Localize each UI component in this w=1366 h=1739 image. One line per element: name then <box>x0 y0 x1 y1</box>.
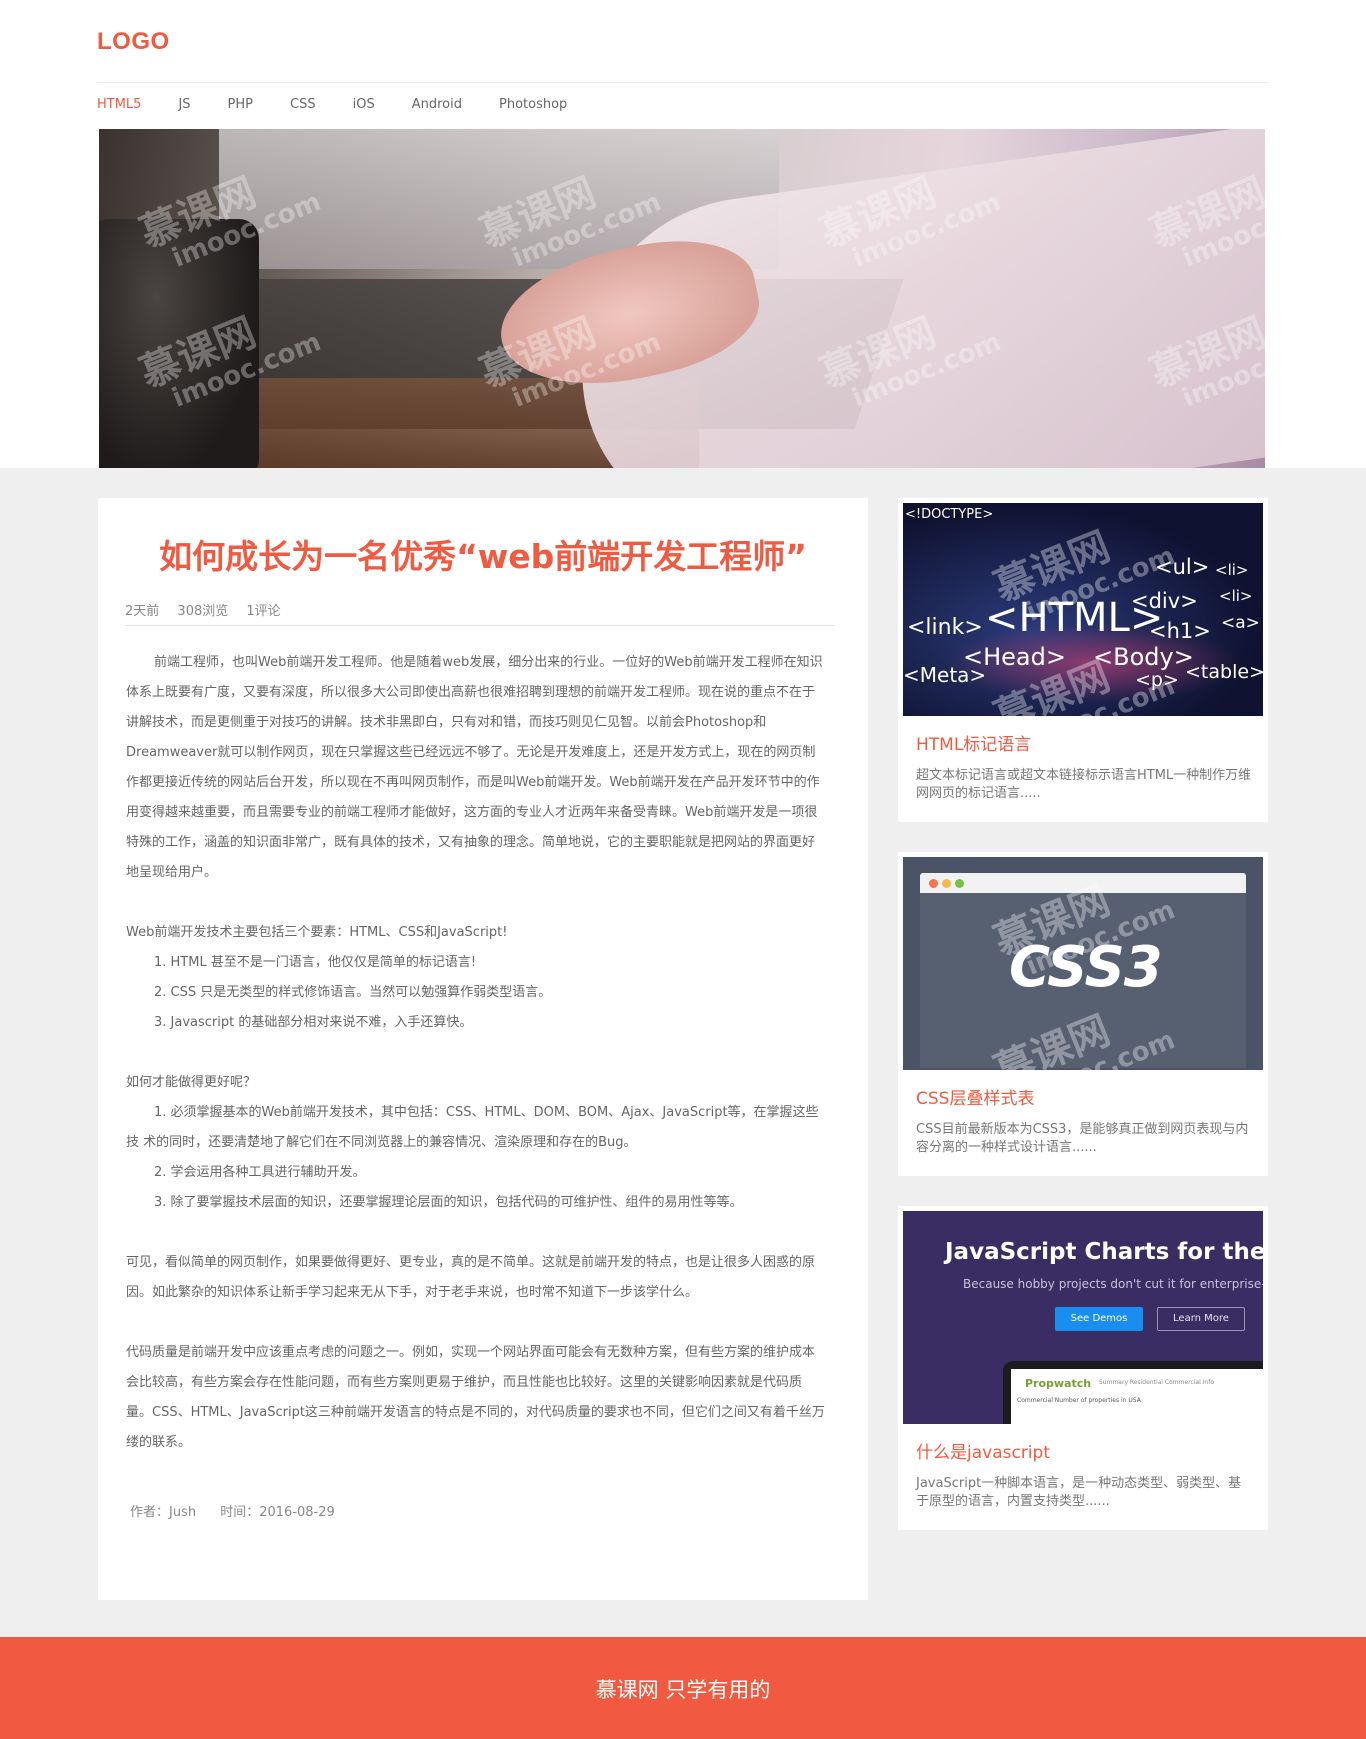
footer-slogan: 慕课网 只学有用的 <box>595 1678 771 1702</box>
thumb-tag: <li> <box>1215 561 1249 579</box>
card-title[interactable]: 什么是javascript <box>916 1438 1050 1463</box>
html-thumbnail: <!DOCTYPE> <ul> <li> <li> <div> <HTML> <… <box>903 503 1263 716</box>
window-dot <box>955 879 964 888</box>
nav-item-css[interactable]: CSS <box>290 96 316 114</box>
thumb-tag: <Meta> <box>903 663 987 687</box>
article: 如何成长为一名优秀“web前端开发工程师” 2天前 308浏览 1评论 前端工程… <box>98 498 868 1600</box>
article-title: 如何成长为一名优秀“web前端开发工程师” <box>159 537 807 576</box>
sidebar-card-js[interactable]: JavaScript Charts for the Gro Because ho… <box>898 1206 1268 1530</box>
article-meta: 2天前 308浏览 1评论 <box>125 600 295 619</box>
thumb-tag: <a> <box>1221 613 1260 633</box>
list-item: 1. HTML 甚至不是一门语言，他仅仅是简单的标记语言! <box>154 955 477 970</box>
body-paragraph: 可见，看似简单的网页制作，如果要做得更好、更专业，真的是不简单。这就是前端开发的… <box>126 1255 816 1300</box>
propwatch-tabs: Summary Residential Commercial Info <box>1099 1379 1215 1386</box>
thumb-tag: <h1> <box>1149 619 1211 643</box>
section-intro: Web前端开发技术主要包括三个要素：HTML、CSS和JavaScript! <box>126 925 508 940</box>
window-dot <box>929 879 938 888</box>
list-item: 3. 除了要掌握技术层面的知识，还要掌握理论层面的知识，包括代码的可维护性、组件… <box>154 1195 743 1210</box>
card-title[interactable]: CSS层叠样式表 <box>916 1084 1034 1109</box>
thumb-tag: <li> <box>1219 587 1253 605</box>
see-demos-button: See Demos <box>1055 1307 1143 1331</box>
site-footer: 慕课网 只学有用的 <box>0 1637 1366 1739</box>
nav-item-php[interactable]: PHP <box>228 96 253 114</box>
thumb-tag: <link> <box>907 615 983 640</box>
list-item: 2. 学会运用各种工具进行辅助开发。 <box>154 1165 366 1180</box>
thumb-tag: <table> <box>1185 661 1263 683</box>
list-item: 3. Javascript 的基础部分相对来说不难，入手还算快。 <box>154 1015 473 1030</box>
main-nav: HTML5 JS PHP CSS iOS Android Photoshop <box>97 96 604 114</box>
body-paragraph: 代码质量是前端开发中应该重点考虑的问题之一。例如，实现一个网站界面可能会有无数种… <box>126 1345 825 1450</box>
thumb-heading: JavaScript Charts for the Gro <box>945 1239 1263 1265</box>
thumb-subheading: Because hobby projects don't cut it for … <box>963 1277 1263 1291</box>
article-author: 作者：Jush <box>130 1505 197 1520</box>
sidebar-card-html[interactable]: <!DOCTYPE> <ul> <li> <li> <div> <HTML> <… <box>898 498 1268 822</box>
card-description: 超文本标记语言或超文本链接标示语言HTML一种制作万维网网页的标记语言..... <box>916 768 1252 801</box>
meta-comments[interactable]: 1评论 <box>246 604 280 619</box>
card-description: JavaScript一种脚本语言，是一种动态类型、弱类型、基于原型的语言，内置支… <box>916 1476 1242 1509</box>
window-dot <box>942 879 951 888</box>
list-item: 2. CSS 只是无类型的样式修饰语言。当然可以勉强算作弱类型语言。 <box>154 985 552 1000</box>
page: LOGO HTML5 JS PHP CSS iOS Android Photos… <box>0 0 1366 1739</box>
section-intro: 如何才能做得更好呢？ <box>126 1075 257 1090</box>
nav-item-html5[interactable]: HTML5 <box>97 96 141 114</box>
nav-item-photoshop[interactable]: Photoshop <box>499 96 567 114</box>
sidebar-card-css[interactable]: CSS3 慕课网 imooc.com 慕课网 imooc.com CSS层叠样式表 … <box>898 852 1268 1176</box>
meta-views: 308浏览 <box>177 604 229 619</box>
nav-item-js[interactable]: JS <box>178 96 190 114</box>
thumb-tag: <!DOCTYPE> <box>905 507 994 522</box>
meta-divider <box>125 625 835 626</box>
learn-more-button: Learn More <box>1157 1307 1245 1331</box>
card-title[interactable]: HTML标记语言 <box>916 730 1031 755</box>
body-paragraph: 前端工程师，也叫Web前端开发工程师。他是随着web发展，细分出来的行业。一位好… <box>126 655 823 880</box>
header-divider <box>97 82 1269 83</box>
nav-item-ios[interactable]: iOS <box>353 96 375 114</box>
article-date: 时间：2016-08-29 <box>220 1505 335 1520</box>
propwatch-logo: Propwatch <box>1025 1377 1092 1390</box>
nav-item-android[interactable]: Android <box>412 96 462 114</box>
javascript-thumbnail: JavaScript Charts for the Gro Because ho… <box>903 1211 1263 1424</box>
logo[interactable]: LOGO <box>97 28 170 56</box>
meta-time: 2天前 <box>125 604 160 619</box>
list-item: 1. 必须掌握基本的Web前端开发技术，其中包括：CSS、HTML、DOM、BO… <box>126 1105 819 1150</box>
site-header: LOGO HTML5 JS PHP CSS iOS Android Photos… <box>0 0 1366 468</box>
card-description: CSS目前最新版本为CSS3，是能够真正做到网页表现与内容分离的一种样式设计语言… <box>916 1122 1249 1155</box>
propwatch-row: Commercial Number of properties in USA <box>1017 1397 1141 1404</box>
hero-banner: 慕课网 imooc.com 慕课网 imooc.com 慕课网 imooc.com 慕… <box>99 129 1265 468</box>
article-footer-meta: 作者：Jush 时间：2016-08-29 <box>130 1501 355 1520</box>
article-body: 前端工程师，也叫Web前端开发工程师。他是随着web发展，细分出来的行业。一位好… <box>126 648 826 1458</box>
css3-thumbnail: CSS3 慕课网 imooc.com 慕课网 imooc.com <box>903 857 1263 1070</box>
